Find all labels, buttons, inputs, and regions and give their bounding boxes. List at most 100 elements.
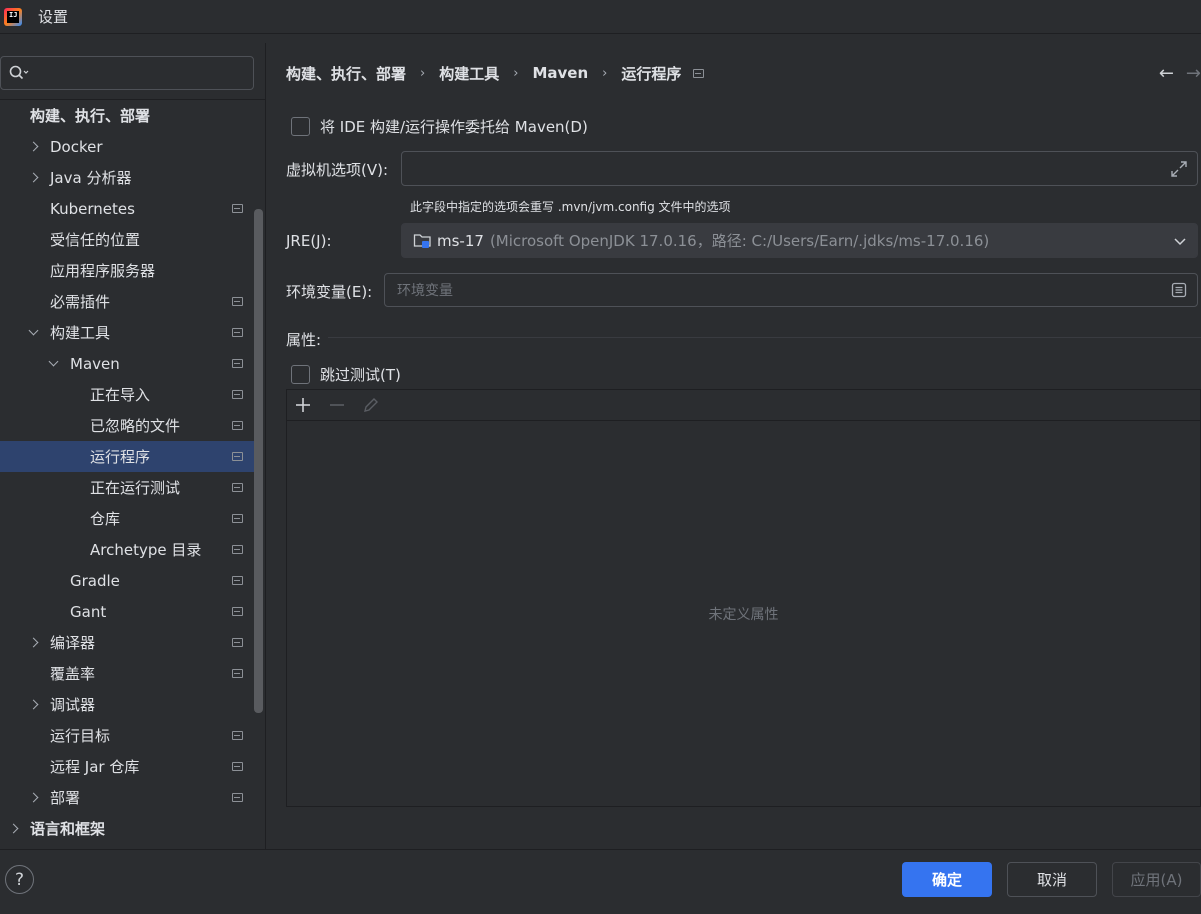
sidebar-item[interactable]: 受信任的位置 xyxy=(0,224,263,255)
project-scope-icon xyxy=(232,762,243,771)
project-scope-icon xyxy=(232,607,243,616)
delegate-row: 将 IDE 构建/运行操作委托给 Maven(D) xyxy=(291,116,588,137)
settings-search-box[interactable] xyxy=(0,56,254,90)
sidebar-item[interactable]: 语言和框架 xyxy=(0,813,263,844)
breadcrumb-separator: › xyxy=(602,65,608,81)
help-button[interactable]: ? xyxy=(5,865,34,894)
expand-icon[interactable] xyxy=(1169,159,1189,179)
chevron-down-icon[interactable] xyxy=(28,328,38,338)
chevron-down-icon[interactable] xyxy=(48,359,58,369)
project-scope-icon xyxy=(232,328,243,337)
sidebar-item[interactable]: Gant xyxy=(0,596,263,627)
breadcrumb-item-maven[interactable]: Maven xyxy=(532,64,588,82)
back-arrow-icon[interactable]: ← xyxy=(1159,63,1174,84)
ok-button[interactable]: 确定 xyxy=(902,862,992,897)
sidebar-item[interactable]: Docker xyxy=(0,131,263,162)
jdk-folder-icon xyxy=(413,233,431,248)
intellij-logo-icon: IJ xyxy=(4,7,22,26)
delegate-label: 将 IDE 构建/运行操作委托给 Maven(D) xyxy=(320,118,588,136)
project-scope-icon xyxy=(232,421,243,430)
properties-separator xyxy=(328,337,1201,338)
sidebar-item[interactable]: 已忽略的文件 xyxy=(0,410,263,441)
sidebar-item-label: Maven xyxy=(70,354,120,373)
breadcrumb: 构建、执行、部署 › 构建工具 › Maven › 运行程序 xyxy=(286,63,705,84)
jre-select[interactable]: ms-17 (Microsoft OpenJDK 17.0.16，路径: C:/… xyxy=(401,223,1198,258)
chevron-right-icon[interactable] xyxy=(8,824,18,834)
vm-options-label: 虚拟机选项(V): xyxy=(286,161,389,179)
sidebar-item[interactable]: 编译器 xyxy=(0,627,263,658)
sidebar-item[interactable]: Kubernetes xyxy=(0,193,263,224)
sidebar-item[interactable]: Maven xyxy=(0,348,263,379)
chevron-down-icon xyxy=(1174,238,1186,246)
project-scope-icon xyxy=(232,390,243,399)
properties-table: 未定义属性 xyxy=(286,389,1201,807)
search-input[interactable] xyxy=(33,65,233,81)
sidebar-item[interactable]: 构建、执行、部署 xyxy=(0,100,263,131)
vm-options-hint: 此字段中指定的选项会重写 .mvn/jvm.config 文件中的选项 xyxy=(410,200,731,214)
skip-tests-label: 跳过测试(T) xyxy=(320,366,401,384)
sidebar-item-label: Archetype 目录 xyxy=(90,541,202,559)
apply-button[interactable]: 应用(A) xyxy=(1112,862,1201,897)
list-edit-icon[interactable] xyxy=(1171,282,1187,298)
sidebar-item-label: 调试器 xyxy=(50,696,96,714)
sidebar-item[interactable]: 运行目标 xyxy=(0,720,263,751)
sidebar-scrollbar[interactable] xyxy=(254,209,263,713)
sidebar-item-label: 运行目标 xyxy=(50,727,111,745)
chevron-right-icon[interactable] xyxy=(28,700,38,710)
edit-pencil-icon[interactable] xyxy=(361,395,381,415)
sidebar-item-label: 覆盖率 xyxy=(50,665,96,683)
chevron-right-icon[interactable] xyxy=(28,142,38,152)
cancel-button[interactable]: 取消 xyxy=(1007,862,1097,897)
navigation-arrows: ← → xyxy=(1159,63,1201,84)
chevron-right-icon[interactable] xyxy=(28,173,38,183)
sidebar-item[interactable]: 远程 Jar 仓库 xyxy=(0,751,263,782)
add-icon[interactable] xyxy=(293,395,313,415)
forward-arrow-icon[interactable]: → xyxy=(1186,63,1201,84)
vm-options-field[interactable] xyxy=(401,151,1198,186)
sidebar-item[interactable]: Archetype 目录 xyxy=(0,534,263,565)
vm-options-input[interactable] xyxy=(412,160,1152,177)
sidebar-item[interactable]: 部署 xyxy=(0,782,263,813)
delegate-checkbox[interactable] xyxy=(291,117,310,136)
breadcrumb-item-build[interactable]: 构建、执行、部署 xyxy=(286,63,406,84)
sidebar-item-label: Gant xyxy=(70,602,107,621)
sidebar-item[interactable]: 覆盖率 xyxy=(0,658,263,689)
env-placeholder: 环境变量 xyxy=(397,283,453,299)
sidebar-item[interactable]: 应用程序服务器 xyxy=(0,255,263,286)
sidebar-item[interactable]: Java 分析器 xyxy=(0,162,263,193)
env-label-row: 环境变量(E): xyxy=(286,281,372,302)
jre-label-row: JRE(J): xyxy=(286,232,332,250)
sidebar-item-label: 编译器 xyxy=(50,634,96,652)
remove-icon[interactable] xyxy=(327,395,347,415)
sidebar-item[interactable]: Gradle xyxy=(0,565,263,596)
sidebar-item-label: Java 分析器 xyxy=(50,169,132,187)
chevron-right-icon[interactable] xyxy=(28,793,38,803)
breadcrumb-separator: › xyxy=(420,65,426,81)
project-scope-icon xyxy=(232,452,243,461)
skip-tests-row: 跳过测试(T) xyxy=(291,364,401,385)
sidebar-item[interactable]: 调试器 xyxy=(0,689,263,720)
settings-content: 构建、执行、部署 › 构建工具 › Maven › 运行程序 ← → 将 IDE… xyxy=(266,43,1201,849)
sidebar-item-label: 正在导入 xyxy=(90,386,151,404)
sidebar-item[interactable]: 正在导入 xyxy=(0,379,263,410)
sidebar-item[interactable]: 正在运行测试 xyxy=(0,472,263,503)
breadcrumb-item-build-tools[interactable]: 构建工具 xyxy=(439,63,499,84)
project-scope-icon xyxy=(232,483,243,492)
jre-detail: (Microsoft OpenJDK 17.0.16，路径: C:/Users/… xyxy=(489,232,990,250)
project-scope-icon xyxy=(232,576,243,585)
project-scope-icon xyxy=(232,297,243,306)
skip-tests-checkbox[interactable] xyxy=(291,365,310,384)
project-scope-icon xyxy=(232,638,243,647)
sidebar-item[interactable]: 必需插件 xyxy=(0,286,263,317)
sidebar-item-label: 运行程序 xyxy=(90,448,151,466)
sidebar-item-label: 必需插件 xyxy=(50,293,111,311)
sidebar-item[interactable]: 构建工具 xyxy=(0,317,263,348)
chevron-right-icon[interactable] xyxy=(28,638,38,648)
sidebar-item[interactable]: 运行程序 xyxy=(0,441,263,472)
project-scope-icon xyxy=(232,359,243,368)
project-scope-icon xyxy=(232,793,243,802)
env-vars-field[interactable]: 环境变量 xyxy=(384,273,1198,307)
project-scope-icon xyxy=(232,731,243,740)
sidebar-item[interactable]: 仓库 xyxy=(0,503,263,534)
project-scope-icon xyxy=(232,204,243,213)
